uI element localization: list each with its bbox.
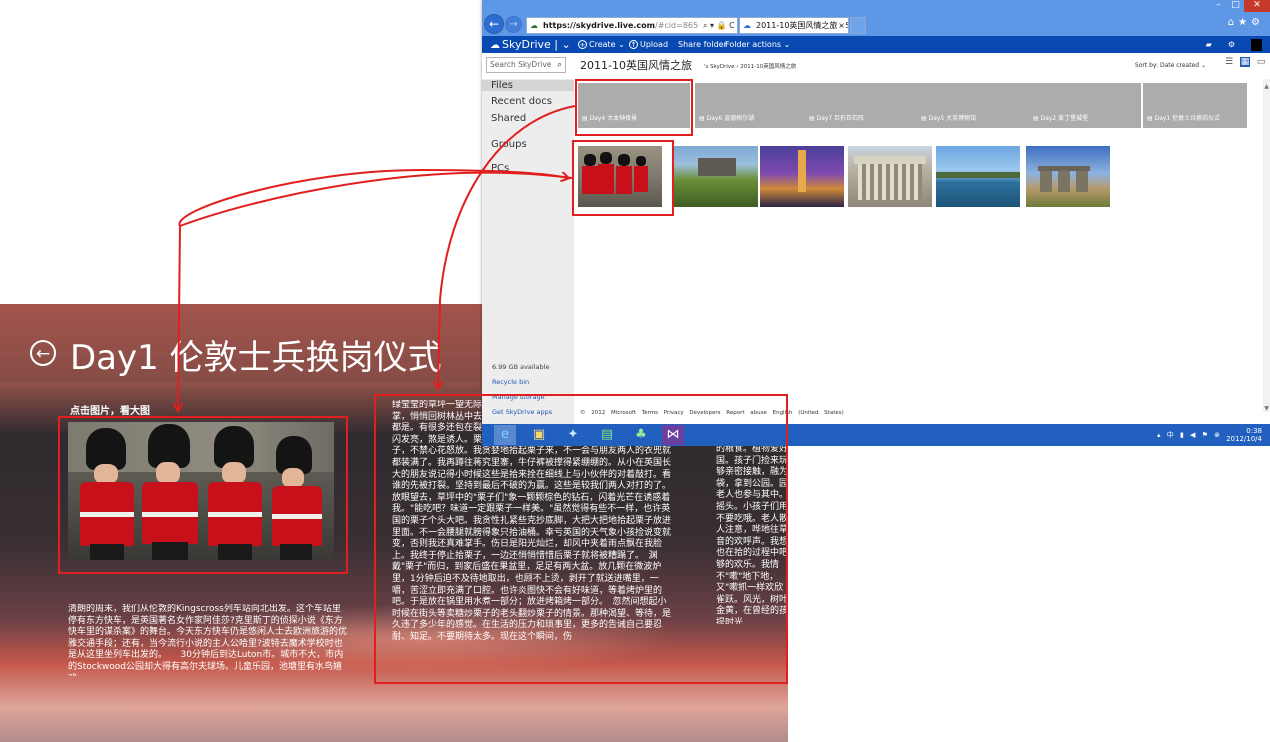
annotation-arrows	[0, 105, 576, 742]
